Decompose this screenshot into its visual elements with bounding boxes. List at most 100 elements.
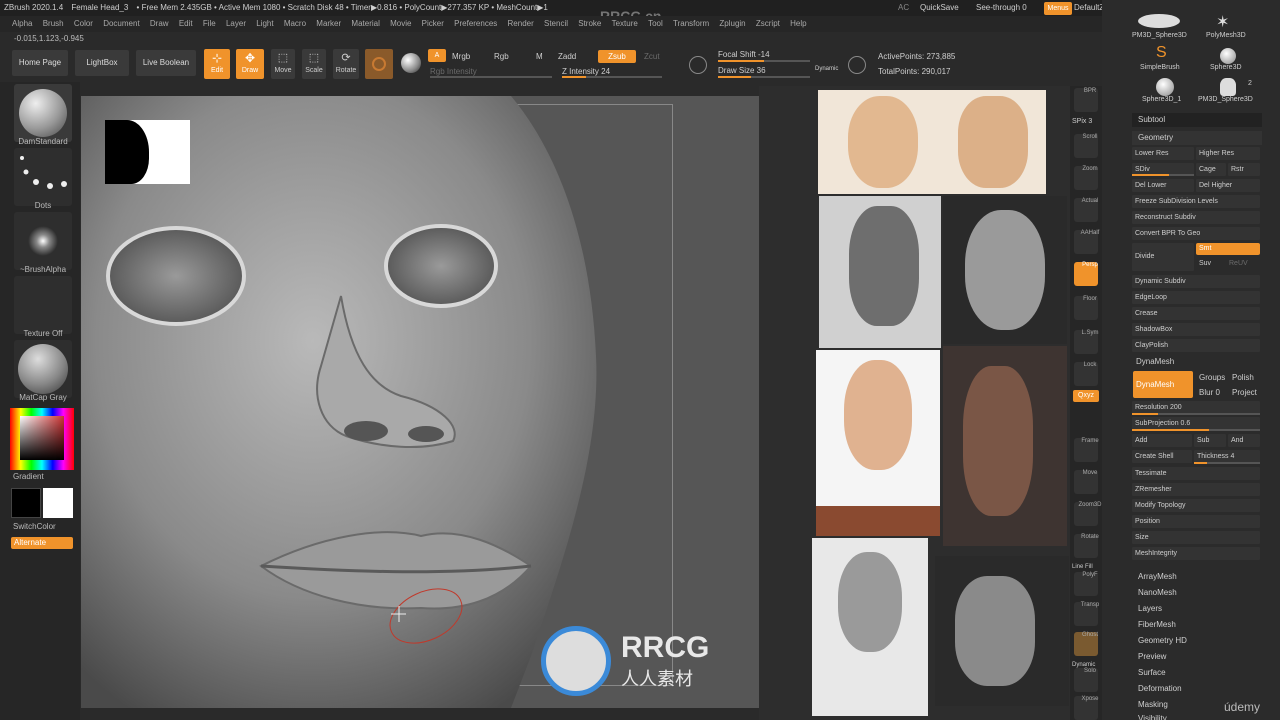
menu-help[interactable]: Help [790,16,806,32]
rgb-intensity-slider[interactable]: Rgb Intensity [430,67,477,76]
sub-button[interactable]: Sub [1194,434,1226,447]
see-through-slider[interactable]: See-through 0 [976,3,1027,12]
position-button[interactable]: Position [1132,515,1260,528]
zoom3d-button[interactable]: Zoom3D [1074,502,1102,526]
solo-button[interactable]: Solo [1074,668,1098,692]
tool-pm3d-sphere3d[interactable]: PM3D_Sphere3D [1132,32,1187,39]
edgeloop-button[interactable]: EdgeLoop [1132,291,1260,304]
qxyz-button[interactable]: Qxyz [1073,390,1099,402]
draw-button[interactable]: ✥ Draw [236,49,264,79]
cage-button[interactable]: Cage [1196,163,1226,176]
menu-movie[interactable]: Movie [390,16,411,32]
menu-stencil[interactable]: Stencil [544,16,568,32]
create-shell-button[interactable]: Create Shell [1132,450,1192,463]
and-button[interactable]: And [1228,434,1260,447]
dynamic-toggle[interactable]: Dynamic [815,66,838,72]
dynamesh-button[interactable]: DynaMesh [1133,371,1193,398]
bpr-button[interactable]: BPR [1074,88,1098,112]
actual-button[interactable]: Actual [1074,198,1098,222]
home-page-button[interactable]: Home Page [12,50,68,76]
surface-subpalette[interactable]: Surface [1138,668,1166,677]
crease-button[interactable]: Crease [1132,307,1260,320]
dynamic-subdiv-button[interactable]: Dynamic Subdiv [1132,275,1260,288]
suv-toggle[interactable]: Suv [1199,260,1211,267]
groups-toggle[interactable]: Groups [1199,373,1225,382]
visibility-subpalette[interactable]: Visibility [1138,714,1167,720]
a-button[interactable]: A [428,49,446,62]
head-bust-icon[interactable] [1220,78,1236,96]
menu-marker[interactable]: Marker [316,16,341,32]
menu-picker[interactable]: Picker [422,16,444,32]
size-button[interactable]: Size [1132,531,1260,544]
head-model[interactable] [81,96,759,708]
preview-subpalette[interactable]: Preview [1138,652,1166,661]
lsym-button[interactable]: L.Sym [1074,330,1099,354]
menu-transform[interactable]: Transform [673,16,709,32]
menu-file[interactable]: File [203,16,216,32]
menu-render[interactable]: Render [508,16,534,32]
tool-simplebrush[interactable]: SimpleBrush [1140,64,1180,71]
subtool-header[interactable]: Subtool [1132,113,1262,127]
smt-toggle[interactable]: Smt [1196,243,1260,255]
menu-stroke[interactable]: Stroke [578,16,601,32]
aahalf-button[interactable]: AAHalf [1074,230,1099,254]
arraymesh-subpalette[interactable]: ArrayMesh [1138,572,1177,581]
add-button[interactable]: Add [1132,434,1192,447]
quicksave-button[interactable]: QuickSave [920,3,959,12]
convert-bpr-button[interactable]: Convert BPR To Geo [1132,227,1260,240]
menu-alpha[interactable]: Alpha [12,16,32,32]
reuv-button[interactable]: ReUV [1229,260,1248,267]
nanomesh-subpalette[interactable]: NanoMesh [1138,588,1177,597]
scroll-button[interactable]: Scroll [1074,134,1098,158]
geometry-header[interactable]: Geometry [1132,131,1262,145]
reconstruct-subdiv-button[interactable]: Reconstruct Subdiv [1132,211,1260,224]
polyf-button[interactable]: PolyF [1074,572,1098,596]
floor-button[interactable]: Floor [1074,296,1098,320]
m-button[interactable]: M [536,52,543,61]
shadowbox-button[interactable]: ShadowBox [1132,323,1260,336]
modify-topology-button[interactable]: Modify Topology [1132,499,1260,512]
menu-draw[interactable]: Draw [150,16,169,32]
edit-button[interactable]: ⊹ Edit [204,49,230,79]
frame-button[interactable]: Frame [1074,438,1099,462]
pm3d-sphere-thumb[interactable] [1138,14,1180,28]
ghost-button[interactable]: Ghost [1074,632,1098,656]
project-toggle[interactable]: Project [1232,388,1257,397]
persp-button[interactable]: Persp [1074,262,1098,286]
menu-material[interactable]: Material [351,16,379,32]
zcut-button[interactable]: Zcut [644,52,660,61]
spix-slider[interactable]: SPix 3 [1072,118,1092,125]
mrgb-button[interactable]: Mrgb [452,52,470,61]
dynamic-icon[interactable] [848,56,866,74]
rstr-button[interactable]: Rstr [1228,163,1260,176]
zadd-button[interactable]: Zadd [558,52,576,61]
brush-thumbnail[interactable] [14,84,72,142]
menu-macro[interactable]: Macro [284,16,306,32]
gradient-label[interactable]: Gradient [13,472,44,481]
draw-size-slider[interactable]: Draw Size 36 [718,66,766,75]
z-intensity-slider[interactable]: Z Intensity 24 [562,67,610,76]
polish-toggle[interactable]: Polish [1232,373,1254,382]
tessimate-button[interactable]: Tessimate [1132,467,1260,480]
claypolish-button[interactable]: ClayPolish [1132,339,1260,352]
menu-zscript[interactable]: Zscript [756,16,780,32]
rgb-button[interactable]: Rgb [494,52,509,61]
primary-color-swatch[interactable] [11,488,41,518]
dynamesh-subheader[interactable]: DynaMesh [1136,357,1174,366]
del-higher-button[interactable]: Del Higher [1196,179,1260,192]
material-swatch[interactable] [365,49,393,79]
focal-icon[interactable] [689,56,707,74]
layers-subpalette[interactable]: Layers [1138,604,1162,613]
menu-preferences[interactable]: Preferences [454,16,497,32]
transp-button[interactable]: Transp [1074,602,1099,626]
polymesh-star-icon[interactable]: ✶ [1216,12,1229,32]
menu-edit[interactable]: Edit [179,16,193,32]
color-sphere-icon[interactable] [401,53,421,73]
menu-layer[interactable]: Layer [226,16,246,32]
color-square[interactable] [20,416,64,460]
zremesher-button[interactable]: ZRemesher [1132,483,1260,496]
menu-light[interactable]: Light [256,16,273,32]
masking-subpalette[interactable]: Masking [1138,700,1168,709]
tool-pm3d-sphere3d-2[interactable]: PM3D_Sphere3D [1198,96,1253,103]
live-boolean-button[interactable]: Live Boolean [136,50,196,76]
